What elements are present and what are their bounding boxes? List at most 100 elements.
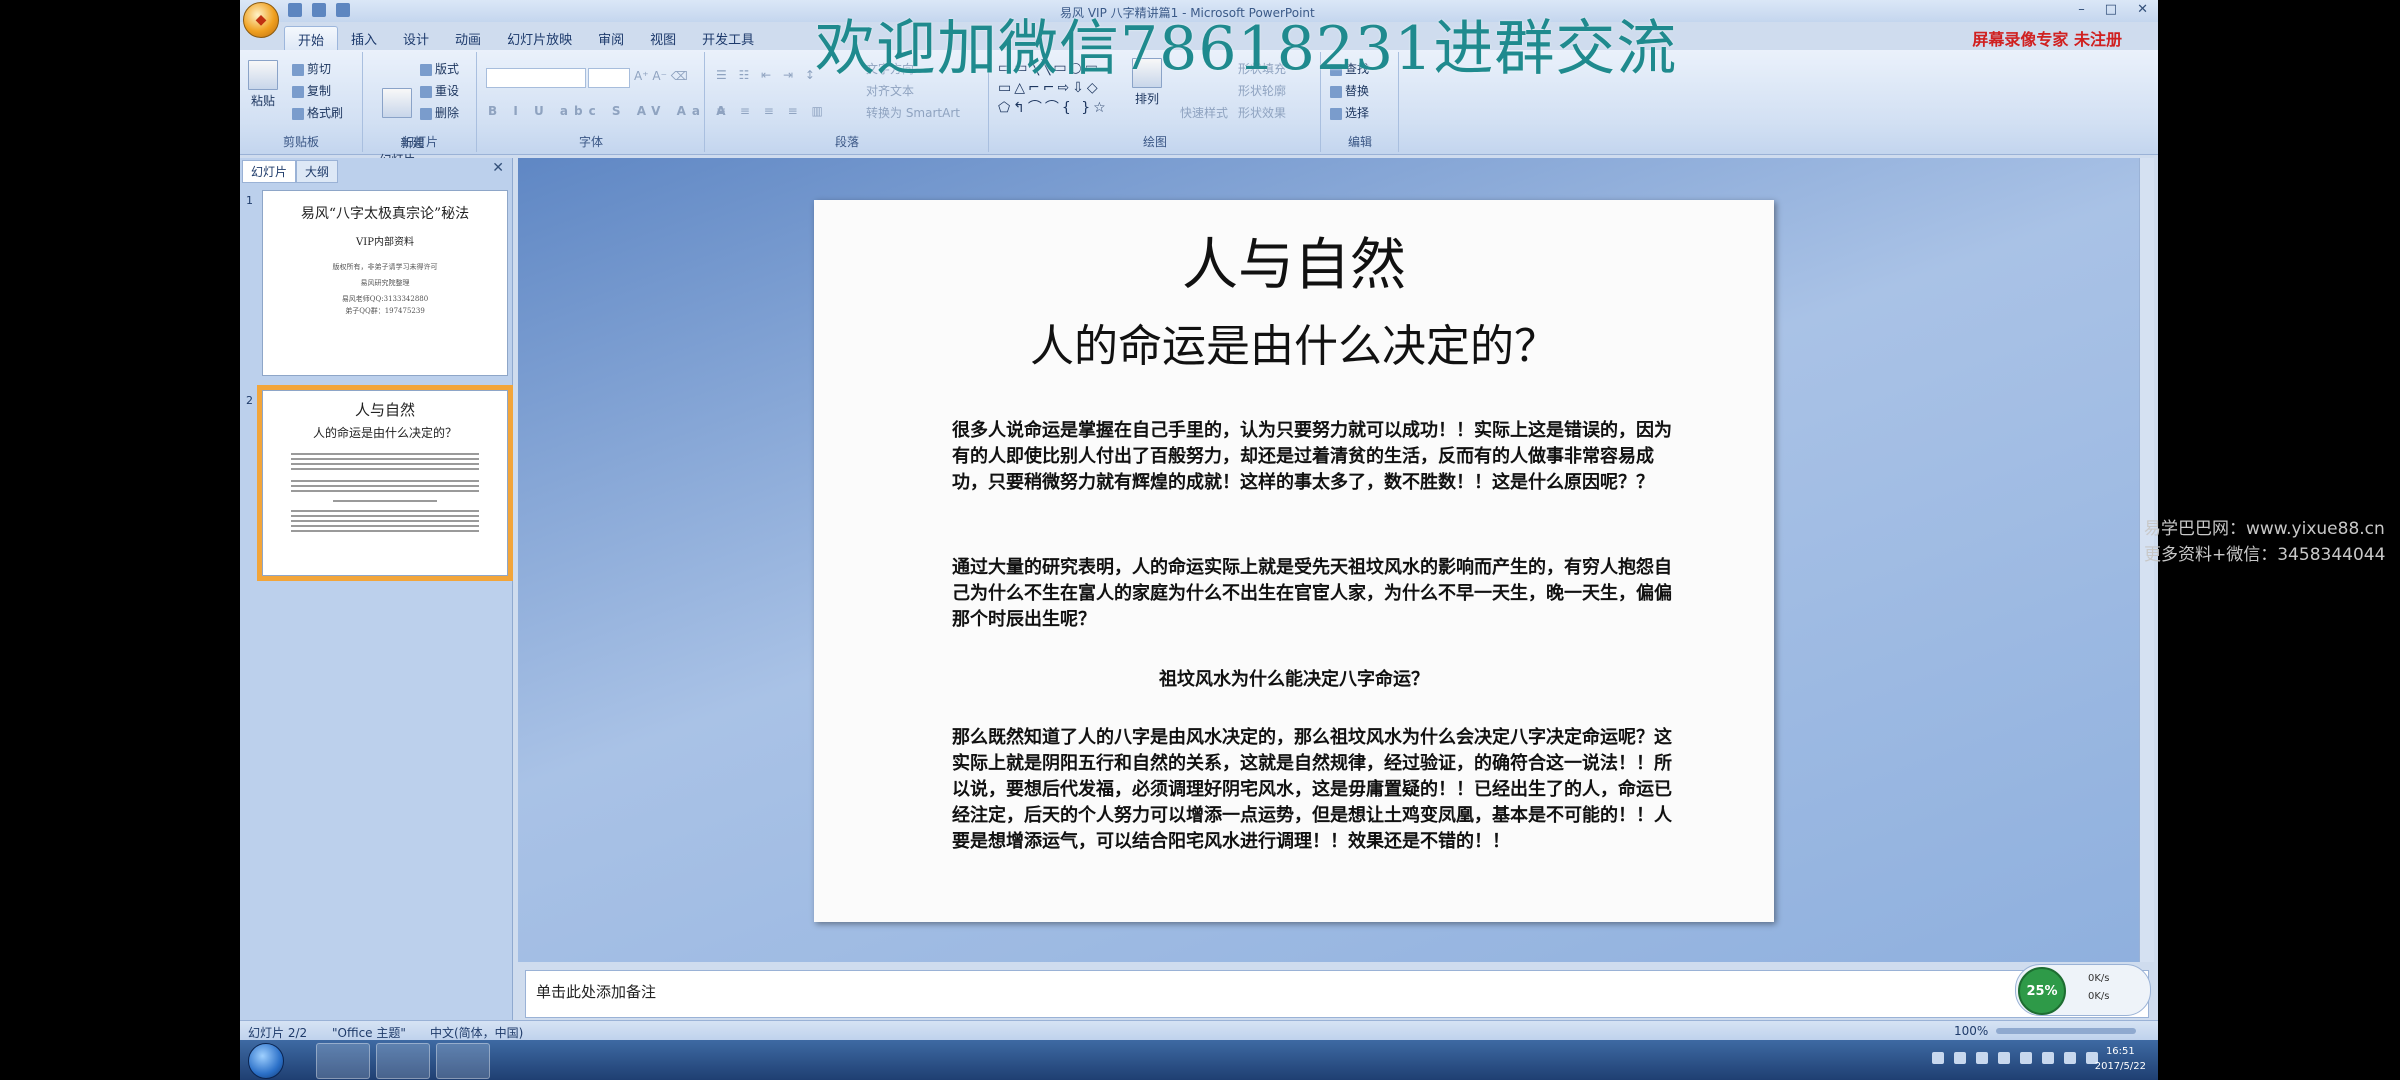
zoom-slider[interactable] bbox=[1996, 1028, 2136, 1034]
explorer-taskbar-icon[interactable] bbox=[376, 1043, 430, 1079]
notes-pane[interactable]: 单击此处添加备注 bbox=[525, 970, 2149, 1018]
group-label: 字体 bbox=[578, 135, 603, 149]
new-slide-icon bbox=[382, 88, 413, 118]
save-icon[interactable] bbox=[288, 3, 302, 17]
clock[interactable]: 16:51 2017/5/22 bbox=[2095, 1044, 2146, 1074]
side-watermark: 易学巴巴网：www.yixue88.cn bbox=[2144, 519, 2385, 539]
paste-icon bbox=[248, 60, 278, 90]
tray-icon[interactable] bbox=[2042, 1052, 2054, 1064]
theme-name: "Office 主题" bbox=[332, 1026, 406, 1040]
slide-heading[interactable]: 祖坟风水为什么能决定八字命运？ bbox=[814, 665, 1774, 691]
quick-styles-button[interactable]: 快速样式 bbox=[1180, 104, 1228, 121]
group-label: 编辑 bbox=[1347, 135, 1372, 149]
network-monitor: 25% 0K/s 0K/s bbox=[2015, 964, 2151, 1016]
tab-animations[interactable]: 动画 bbox=[442, 26, 494, 52]
delete-button[interactable]: 删除 bbox=[420, 104, 459, 121]
window-controls: – □ ✕ bbox=[2078, 2, 2148, 17]
panel-close-button[interactable]: ✕ bbox=[492, 160, 504, 176]
tray-icon[interactable] bbox=[1998, 1052, 2010, 1064]
tab-view[interactable]: 视图 bbox=[637, 26, 689, 52]
zoom-level[interactable]: 100% bbox=[1954, 1024, 1988, 1038]
slide-counter: 幻灯片 2/2 bbox=[248, 1026, 308, 1040]
thumb-title: 人与自然 bbox=[354, 401, 415, 419]
upload-speed: 0K/s bbox=[2088, 973, 2110, 984]
thumb-text: 版权所有，非弟子请学习未得许可 bbox=[332, 263, 438, 271]
quick-access-toolbar bbox=[288, 3, 350, 17]
tray-icon[interactable] bbox=[2020, 1052, 2032, 1064]
thumb-text-lines bbox=[263, 453, 507, 532]
tray-icon[interactable] bbox=[1976, 1052, 1988, 1064]
font-name-select[interactable] bbox=[486, 68, 586, 88]
tab-slideshow[interactable]: 幻灯片放映 bbox=[494, 26, 585, 52]
minimize-button[interactable]: – bbox=[2078, 2, 2085, 17]
tab-review[interactable]: 审阅 bbox=[585, 26, 637, 52]
office-button[interactable]: ◆ bbox=[243, 2, 279, 38]
current-slide[interactable]: 人与自然 人的命运是由什么决定的？ 很多人说命运是掌握在自己手里的，认为只要努力… bbox=[814, 200, 1774, 922]
start-button[interactable] bbox=[248, 1043, 284, 1079]
reset-button[interactable]: 重设 bbox=[420, 82, 459, 99]
download-speed: 0K/s bbox=[2088, 991, 2110, 1002]
group-label: 段落 bbox=[834, 135, 859, 149]
close-button[interactable]: ✕ bbox=[2137, 2, 2148, 17]
clock-date: 2017/5/22 bbox=[2094, 1061, 2146, 1072]
tab-outline[interactable]: 大纲 bbox=[296, 160, 339, 183]
powerpoint-taskbar-icon[interactable] bbox=[316, 1043, 370, 1079]
tab-slides[interactable]: 幻灯片 bbox=[242, 160, 297, 183]
reset-icon bbox=[420, 85, 432, 98]
maximize-button[interactable]: □ bbox=[2105, 2, 2117, 17]
powerpoint-window: 易风 VIP 八字精讲篇1 - Microsoft PowerPoint – □… bbox=[240, 0, 2158, 1080]
slide-paragraph-2[interactable]: 通过大量的研究表明，人的命运实际上就是受先天祖坟风水的影响而产生的，有穷人抱怨自… bbox=[952, 555, 1687, 633]
network-percent: 25% bbox=[2018, 967, 2066, 1015]
copy-button[interactable]: 复制 bbox=[292, 82, 331, 99]
system-tray bbox=[1932, 1052, 2098, 1064]
thumb-text: 易风研究院整理 bbox=[360, 279, 410, 287]
layout-icon bbox=[420, 63, 432, 76]
slides-panel: 幻灯片 大纲 ✕ 1 易风“八字太极真宗论”秘法 VIP内部资料 版权所有，非弟… bbox=[240, 158, 513, 1020]
volume-icon[interactable] bbox=[2064, 1052, 2076, 1064]
side-watermark: 更多资料+微信：3458344044 bbox=[2144, 545, 2386, 565]
clipboard-group: 粘贴 剪切 复制 格式刷 剪贴板 bbox=[240, 52, 363, 152]
grow-shrink-font[interactable]: A⁺ A⁻ ⌫ bbox=[634, 69, 688, 83]
tab-developer[interactable]: 开发工具 bbox=[689, 26, 767, 52]
delete-icon bbox=[420, 107, 432, 120]
thumb-subtitle: 人的命运是由什么决定的？ bbox=[312, 426, 457, 440]
select-button[interactable]: 选择 bbox=[1330, 104, 1369, 121]
recorder-taskbar-icon[interactable] bbox=[436, 1043, 490, 1079]
thumb-title: 易风“八字太极真宗论”秘法 bbox=[300, 206, 470, 222]
tab-insert[interactable]: 插入 bbox=[338, 26, 390, 52]
tray-icon[interactable] bbox=[1954, 1052, 1966, 1064]
cut-button[interactable]: 剪切 bbox=[292, 60, 331, 77]
font-format-buttons[interactable]: B I U abc S AV Aa A bbox=[488, 104, 731, 118]
clock-time: 16:51 bbox=[2105, 1046, 2135, 1057]
format-painter-button[interactable]: 格式刷 bbox=[292, 104, 343, 121]
slide-editing-area: 人与自然 人的命运是由什么决定的？ 很多人说命运是掌握在自己手里的，认为只要努力… bbox=[518, 158, 2154, 962]
group-label: 幻灯片 bbox=[401, 135, 438, 149]
language: 中文(简体，中国) bbox=[430, 1026, 524, 1040]
slide-thumbnail-2[interactable]: 人与自然 人的命运是由什么决定的？ bbox=[262, 390, 508, 576]
slide-number: 2 bbox=[246, 394, 253, 407]
slide-paragraph-3[interactable]: 那么既然知道了人的八字是由风水决定的，那么祖坟风水为什么会决定八字决定命运呢？这… bbox=[952, 725, 1687, 855]
tray-icon[interactable] bbox=[1932, 1052, 1944, 1064]
align-buttons[interactable]: ≡ ≡ ≡ ≡ ▥ bbox=[716, 104, 828, 118]
thumb-text: 易风老师QQ:3133342880 bbox=[341, 295, 429, 303]
paste-button[interactable]: 粘贴 bbox=[248, 60, 278, 109]
tab-home[interactable]: 开始 bbox=[284, 26, 339, 52]
smartart-button[interactable]: 转换为 SmartArt bbox=[866, 104, 960, 121]
status-bar: 幻灯片 2/2 "Office 主题" 中文(简体，中国) 100% bbox=[240, 1020, 2158, 1041]
font-size-select[interactable] bbox=[588, 68, 630, 88]
scissors-icon bbox=[292, 63, 304, 76]
layout-button[interactable]: 版式 bbox=[420, 60, 459, 77]
slide-paragraph-1[interactable]: 很多人说命运是掌握在自己手里的，认为只要努力就可以成功！！实际上这是错误的，因为… bbox=[952, 418, 1687, 496]
slide-number: 1 bbox=[246, 194, 253, 207]
brush-icon bbox=[292, 107, 304, 120]
tab-design[interactable]: 设计 bbox=[390, 26, 442, 52]
shape-effects-button[interactable]: 形状效果 bbox=[1238, 104, 1286, 121]
undo-icon[interactable] bbox=[312, 3, 326, 17]
list-buttons[interactable]: ☰ ☷ ⇤ ⇥ ↕ bbox=[716, 68, 819, 82]
slide-title[interactable]: 人与自然 bbox=[814, 220, 1774, 301]
redo-icon[interactable] bbox=[336, 3, 350, 17]
copy-icon bbox=[292, 85, 304, 98]
slide-thumbnail-1[interactable]: 易风“八字太极真宗论”秘法 VIP内部资料 版权所有，非弟子请学习未得许可 易风… bbox=[262, 190, 508, 376]
taskbar: 16:51 2017/5/22 bbox=[240, 1040, 2158, 1080]
slide-subtitle[interactable]: 人的命运是由什么决定的？ bbox=[814, 310, 1774, 374]
